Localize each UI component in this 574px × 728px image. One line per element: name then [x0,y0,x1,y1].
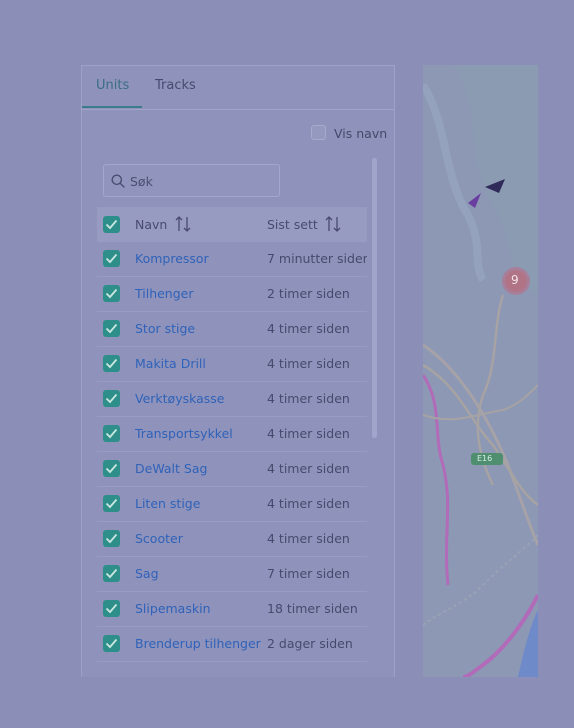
show-names-checkbox[interactable] [311,125,326,140]
table-row[interactable]: Makita Drill 4 timer siden [97,347,367,382]
column-last-seen-header[interactable]: Sist sett [267,217,318,232]
row-checkbox[interactable] [103,460,120,477]
check-icon [105,533,118,544]
table-row[interactable]: Transportsykkel 4 timer siden [97,417,367,452]
check-icon [105,498,118,509]
table-row[interactable]: Slipemaskin 18 timer siden [97,592,367,627]
row-checkbox[interactable] [103,530,120,547]
unit-name-link[interactable]: Stor stige [135,321,195,336]
tab-tracks[interactable]: Tracks [155,78,196,93]
select-all-checkbox[interactable] [103,216,120,233]
map-view[interactable]: 9 E16 [423,65,538,677]
last-seen-value: 4 timer siden [267,426,350,441]
road-label: E16 [477,454,493,463]
row-checkbox[interactable] [103,390,120,407]
unit-name-link[interactable]: Transportsykkel [135,426,233,441]
unit-list: Navn Sist sett Kompressor 7 minutter side… [97,156,367,677]
check-icon [105,323,118,334]
check-icon [105,288,118,299]
last-seen-value: 4 timer siden [267,496,350,511]
last-seen-value: 7 timer siden [267,566,350,581]
table-row[interactable]: Kompressor 7 minutter siden [97,242,367,277]
unit-name-link[interactable]: Brenderup tilhenger [135,636,261,651]
units-panel: Units Tracks Vis navn Navn Sist sett [81,65,395,677]
row-checkbox[interactable] [103,425,120,442]
row-checkbox[interactable] [103,355,120,372]
column-name-header[interactable]: Navn [135,217,167,232]
row-checkbox[interactable] [103,250,120,267]
check-icon [105,463,118,474]
sort-name-icon[interactable] [175,215,191,233]
cluster-count[interactable]: 9 [511,273,519,287]
check-icon [105,638,118,649]
last-seen-value: 4 timer siden [267,461,350,476]
table-row[interactable]: Brenderup tilhenger 2 dager siden [97,627,367,662]
row-checkbox[interactable] [103,565,120,582]
table-row[interactable]: Tilhenger 2 timer siden [97,277,367,312]
search-icon [111,174,125,188]
table-header: Navn Sist sett [97,207,367,242]
table-row[interactable]: Verktøyskasse 4 timer siden [97,382,367,417]
map-canvas [423,65,538,677]
check-icon [105,358,118,369]
active-tab-indicator [82,106,142,108]
unit-name-link[interactable]: Kompressor [135,251,209,266]
last-seen-value: 18 timer siden [267,601,358,616]
sort-last-seen-icon[interactable] [325,215,341,233]
search-box[interactable] [103,164,280,197]
check-icon [105,603,118,614]
last-seen-value: 4 timer siden [267,356,350,371]
check-icon [105,219,118,230]
check-icon [105,393,118,404]
last-seen-value: 4 timer siden [267,391,350,406]
show-names-label: Vis navn [334,126,388,141]
last-seen-value: 7 minutter siden [267,251,367,266]
unit-name-link[interactable]: DeWalt Sag [135,461,207,476]
last-seen-value: 2 timer siden [267,286,350,301]
unit-name-link[interactable]: Tilhenger [135,286,194,301]
table-row[interactable]: Sag 7 timer siden [97,557,367,592]
last-seen-value: 4 timer siden [267,531,350,546]
table-row[interactable]: DeWalt Sag 4 timer siden [97,452,367,487]
check-icon [105,428,118,439]
table-row[interactable]: Stor stige 4 timer siden [97,312,367,347]
scrollbar-thumb[interactable] [372,158,377,438]
unit-name-link[interactable]: Sag [135,566,159,581]
table-row[interactable]: Liten stige 4 timer siden [97,487,367,522]
unit-name-link[interactable]: Scooter [135,531,183,546]
row-checkbox[interactable] [103,635,120,652]
last-seen-value: 2 dager siden [267,636,353,651]
unit-name-link[interactable]: Makita Drill [135,356,206,371]
check-icon [105,253,118,264]
row-checkbox[interactable] [103,285,120,302]
tab-bar: Units Tracks [82,66,394,110]
unit-name-link[interactable]: Slipemaskin [135,601,211,616]
row-checkbox[interactable] [103,600,120,617]
table-row[interactable]: Scooter 4 timer siden [97,522,367,557]
search-input[interactable] [130,171,270,191]
last-seen-value: 4 timer siden [267,321,350,336]
unit-name-link[interactable]: Liten stige [135,496,200,511]
tab-units[interactable]: Units [96,78,129,93]
row-checkbox[interactable] [103,320,120,337]
row-checkbox[interactable] [103,495,120,512]
unit-name-link[interactable]: Verktøyskasse [135,391,225,406]
check-icon [105,568,118,579]
